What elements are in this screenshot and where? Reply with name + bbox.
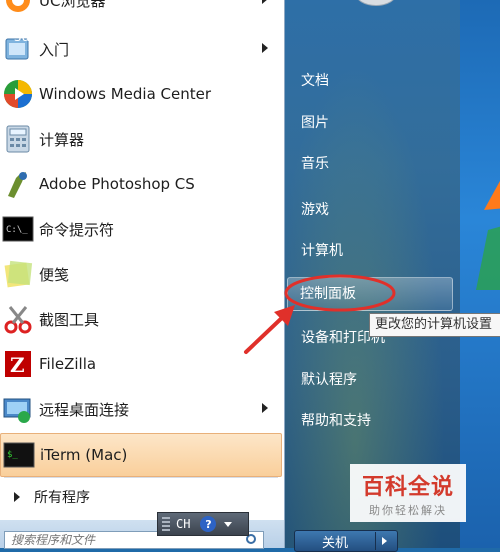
- program-item-photoshop[interactable]: Adobe Photoshop CS: [0, 162, 282, 206]
- program-label: 便笺: [39, 265, 70, 284]
- program-label: Windows Media Center: [39, 85, 212, 103]
- program-label: 计算器: [39, 130, 85, 149]
- program-label: Adobe Photoshop CS: [39, 175, 195, 193]
- program-item-remote-desktop[interactable]: 远程桌面连接: [0, 387, 282, 431]
- program-label: iTerm (Mac): [40, 446, 128, 464]
- drag-grip-icon[interactable]: [162, 517, 170, 531]
- program-item-iterm[interactable]: $_ iTerm (Mac): [0, 433, 282, 477]
- program-label: FileZilla: [39, 355, 97, 373]
- triangle-right-icon: [14, 492, 20, 502]
- uc-browser-icon: [1, 0, 35, 17]
- watermark-subtitle: 助你轻松解决: [369, 503, 447, 517]
- program-item-uc-browser[interactable]: UC浏览器: [0, 0, 282, 22]
- chevron-down-icon[interactable]: [224, 521, 233, 527]
- default-programs-link[interactable]: 默认程序: [301, 369, 357, 389]
- music-link[interactable]: 音乐: [301, 153, 329, 173]
- start-menu-programs-pane: UC浏览器 入门 Windows Media Center 计算器 Adobe …: [0, 0, 285, 549]
- svg-text:C:\_: C:\_: [6, 225, 28, 235]
- user-name-link[interactable]: sunzihai: [14, 29, 72, 45]
- ime-language-bar[interactable]: CH ?: [157, 512, 249, 536]
- program-item-media-center[interactable]: Windows Media Center: [0, 72, 282, 116]
- filezilla-icon: Z: [1, 347, 35, 381]
- remote-desktop-icon: [1, 392, 35, 426]
- program-item-calculator[interactable]: 计算器: [0, 117, 282, 161]
- calculator-icon: [1, 122, 35, 156]
- program-label: 远程桌面连接: [39, 400, 130, 419]
- help-and-support-link[interactable]: 帮助和支持: [301, 410, 371, 430]
- divider: [375, 532, 376, 550]
- program-item-snipping-tool[interactable]: 截图工具: [0, 297, 282, 341]
- svg-text:Z: Z: [10, 353, 25, 377]
- shutdown-options-arrow-icon[interactable]: [382, 537, 387, 545]
- program-item-filezilla[interactable]: Z FileZilla: [0, 342, 282, 386]
- separator: [4, 477, 278, 478]
- submenu-arrow-icon: [262, 403, 268, 413]
- control-panel-tooltip: 更改您的计算机设置: [369, 313, 500, 337]
- pictures-link[interactable]: 图片: [301, 112, 329, 132]
- ime-language-label[interactable]: CH: [176, 517, 190, 531]
- submenu-arrow-icon: [262, 0, 268, 4]
- shutdown-button[interactable]: 关机: [294, 530, 398, 552]
- control-panel-link[interactable]: 控制面板: [287, 277, 453, 311]
- submenu-arrow-icon: [262, 43, 268, 53]
- windows-flag-icon: [476, 180, 500, 290]
- all-programs-button[interactable]: 所有程序: [0, 480, 282, 514]
- program-item-sticky-notes[interactable]: 便笺: [0, 252, 282, 296]
- sticky-notes-icon: [1, 257, 35, 291]
- documents-link[interactable]: 文档: [301, 70, 329, 90]
- help-icon[interactable]: ?: [200, 516, 217, 532]
- program-label: 命令提示符: [39, 220, 115, 239]
- program-item-command-prompt[interactable]: C:\_ 命令提示符: [0, 207, 282, 251]
- program-label: UC浏览器: [39, 0, 106, 10]
- media-center-icon: [1, 77, 35, 111]
- program-label: 截图工具: [39, 310, 100, 329]
- command-prompt-icon: C:\_: [1, 212, 35, 246]
- svg-text:$_: $_: [7, 450, 18, 460]
- computer-link[interactable]: 计算机: [301, 240, 343, 260]
- terminal-icon: $_: [2, 438, 36, 472]
- watermark-logo: 百科全说 助你轻松解决: [350, 464, 466, 522]
- games-link[interactable]: 游戏: [301, 199, 329, 219]
- watermark-title: 百科全说: [361, 474, 454, 500]
- all-programs-label: 所有程序: [34, 490, 90, 506]
- snipping-tool-icon: [1, 302, 35, 336]
- photoshop-icon: [1, 167, 35, 201]
